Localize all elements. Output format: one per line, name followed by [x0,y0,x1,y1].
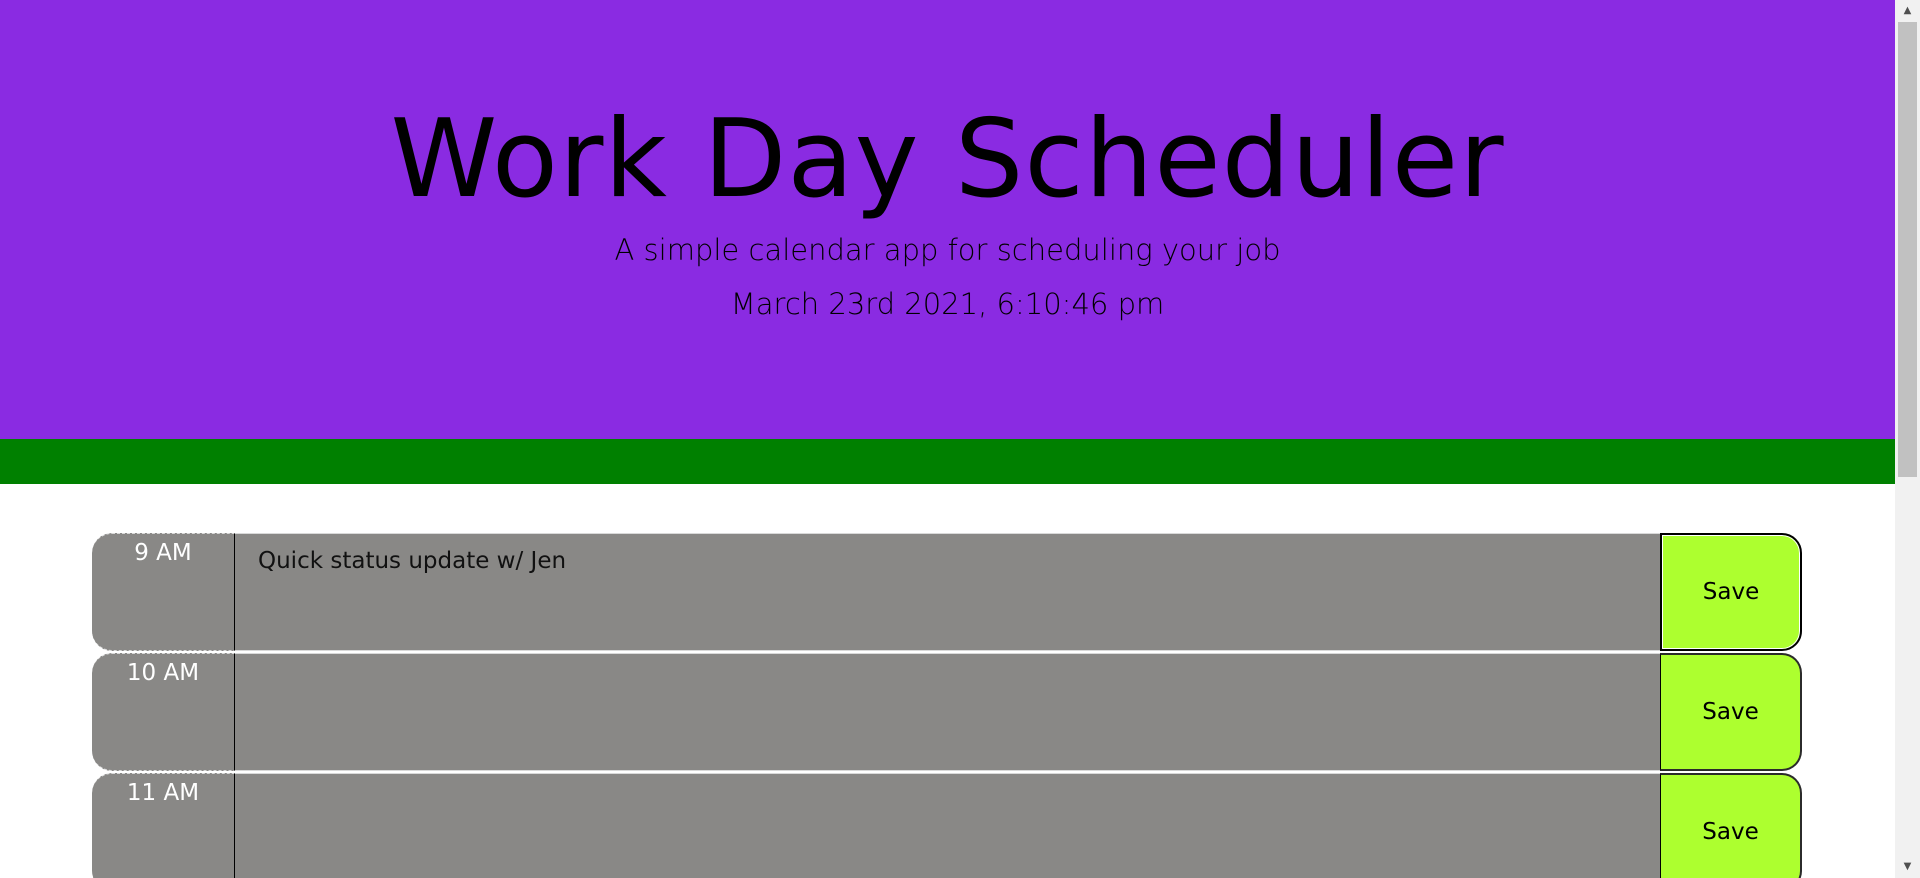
page: Work Day Scheduler A simple calendar app… [0,0,1920,878]
description-input[interactable]: Quick status update w/ Jen [235,533,1660,651]
schedule-container: 9 AM Quick status update w/ Jen Save 10 … [92,533,1802,878]
time-block-9am: 9 AM Quick status update w/ Jen Save [92,533,1802,651]
save-button[interactable]: Save [1660,533,1802,651]
time-block-11am: 11 AM Save [92,773,1802,878]
description-input[interactable] [235,773,1660,878]
save-button[interactable]: Save [1660,653,1802,771]
page-subtitle: A simple calendar app for scheduling you… [614,233,1281,267]
hour-label: 9 AM [92,533,235,651]
triangle-down-icon[interactable]: ▼ [1895,856,1920,878]
viewport: Work Day Scheduler A simple calendar app… [0,0,1895,878]
hour-label: 11 AM [92,773,235,878]
current-date: March 23rd 2021, 6:10:46 pm [730,287,1165,321]
jumbotron-header: Work Day Scheduler A simple calendar app… [0,0,1895,439]
divider-bar [0,439,1895,484]
hour-label: 10 AM [92,653,235,771]
triangle-up-icon[interactable]: ▲ [1895,0,1920,22]
vertical-scrollbar[interactable]: ▲ ▼ [1895,0,1920,878]
time-block-10am: 10 AM Save [92,653,1802,771]
scrollbar-thumb[interactable] [1898,22,1917,477]
save-button[interactable]: Save [1660,773,1802,878]
description-input[interactable] [235,653,1660,771]
page-title: Work Day Scheduler [390,97,1505,222]
